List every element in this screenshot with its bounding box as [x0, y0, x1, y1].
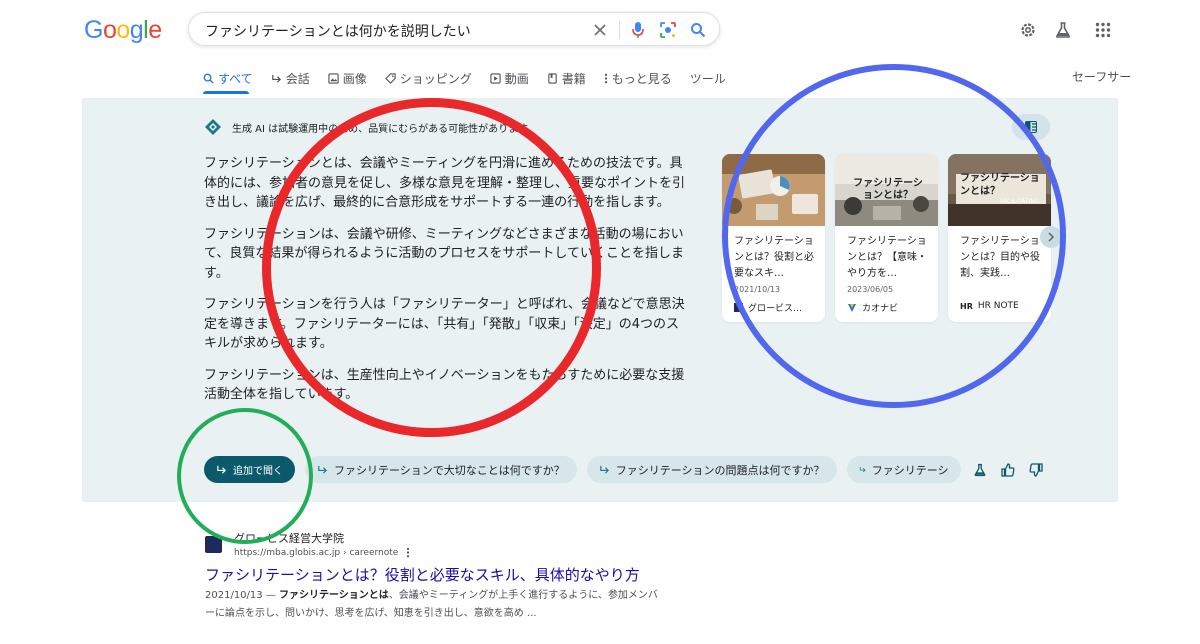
tab-conversation[interactable]: 会話 — [271, 68, 310, 88]
ai-notice: 生成 AI は試験運用中のため、品質にむらがある可能性があります。 — [204, 118, 537, 136]
safesearch-button[interactable]: セーフサー — [1072, 68, 1131, 85]
gear-icon[interactable] — [1018, 20, 1038, 40]
search-box[interactable]: ファシリテーションとは何かを説明したい — [188, 12, 720, 46]
more-icon — [604, 73, 607, 83]
card-source: カオナビ — [847, 301, 898, 314]
followup-arrow-icon — [318, 465, 328, 474]
followup-arrow-icon — [217, 465, 227, 474]
layout-icon — [1025, 121, 1037, 133]
tag-icon — [384, 72, 396, 84]
tab-images[interactable]: 画像 — [328, 68, 367, 88]
result-title-link[interactable]: ファシリテーションとは？役割と必要なスキル、具体的なやり方 — [205, 564, 640, 585]
source-card[interactable]: ファシリテーションとは？役割と必要なスキ… 2021/10/13 グロービス… — [722, 154, 825, 322]
search-tabs: すべて 会話 画像 ショッピング 動画 書籍 もっと見る ツール — [203, 68, 744, 88]
card-thumbnail-caption: ファシリテーションとは？ — [853, 178, 923, 201]
card-date: 2021/10/13 — [734, 285, 781, 294]
card-source: グロービス… — [734, 301, 802, 314]
lens-icon[interactable] — [657, 19, 679, 41]
card-title: ファシリテーションとは？目的や役割、実践… — [960, 236, 1040, 279]
search-icon[interactable] — [687, 19, 709, 41]
book-icon — [548, 72, 557, 84]
thumbs-up-icon[interactable] — [1000, 462, 1016, 478]
ai-paragraph: ファシリテーションを行う人は「ファシリテーター」と呼ばれ、会議などで意思決定を導… — [204, 297, 685, 351]
result-url[interactable]: https://mba.globis.ac.jp › careernote — [234, 547, 410, 558]
ai-paragraph: ファシリテーションは、会議や研修、ミーティングなどさまざまな活動の場において、良… — [204, 226, 684, 281]
ai-paragraph: ファシリテーションとは、会議やミーティングを円滑に進めるための技法です。具体的に… — [204, 156, 686, 210]
card-thumbnail-subcaption: FACILITATING — [1000, 198, 1040, 205]
ask-followup-button[interactable]: 追加で聞く — [204, 456, 295, 483]
kaonavi-logo-icon — [848, 303, 856, 312]
card-date: 2023/06/05 — [847, 285, 894, 294]
ai-summary: ファシリテーションとは、会議やミーティングを円滑に進めるための技法です。具体的に… — [204, 154, 690, 417]
layout-toggle-button[interactable] — [1012, 114, 1050, 140]
result-snippet: 2021/10/13 — ファシリテーションとは、会議やミーティングが上手く進行… — [205, 590, 658, 619]
card-source: HR HR NOTE — [960, 301, 1019, 311]
card-thumbnail: ファシリテーションとは？ — [835, 154, 938, 226]
tab-tools[interactable]: ツール — [690, 68, 726, 88]
suggestion-chip[interactable]: ファシリテーシ — [846, 456, 961, 483]
apps-grid-icon[interactable] — [1093, 20, 1113, 40]
source-card[interactable]: ファシリテーションとは？ FACILITATING ファシリテーションとは？目的… — [948, 154, 1051, 322]
ai-notice-text: 生成 AI は試験運用中のため、品質にむらがある可能性があります。 — [232, 123, 538, 135]
globis-favicon-icon — [205, 536, 222, 553]
labs-flask-icon[interactable] — [1053, 20, 1073, 40]
suggestion-chip[interactable]: ファシリテーションで大切なことは何ですか？ — [305, 456, 577, 483]
search-icon — [203, 73, 214, 84]
followup-row: 追加で聞く ファシリテーションで大切なことは何ですか？ ファシリテーションの問題… — [204, 456, 961, 483]
tab-videos[interactable]: 動画 — [490, 68, 529, 88]
source-card[interactable]: ファシリテーションとは？ ファシリテーションとは？【意味・やり方を… 2023/… — [835, 154, 938, 322]
tab-shopping[interactable]: ショッピング — [384, 68, 472, 88]
more-vert-icon[interactable] — [406, 547, 410, 558]
followup-arrow-icon — [859, 467, 866, 473]
result-site-name[interactable]: グロービス経営大学院 — [234, 530, 344, 546]
ai-paragraph: ファシリテーションは、生産性向上やイノベーションをもたらすために必要な支援活動全… — [204, 367, 685, 403]
globis-favicon-icon — [734, 303, 743, 312]
ai-overview-panel: 生成 AI は試験運用中のため、品質にむらがある可能性があります。 ファシリテー… — [82, 98, 1118, 502]
tab-all[interactable]: すべて — [203, 68, 253, 88]
card-thumbnail-caption: ファシリテーションとは？ — [960, 173, 1040, 197]
chevron-right-icon — [1048, 232, 1055, 242]
active-tab-indicator — [203, 91, 249, 94]
image-icon — [328, 72, 339, 84]
labs-flask-icon[interactable] — [972, 462, 988, 478]
play-icon — [490, 72, 501, 84]
cards-next-button[interactable] — [1040, 226, 1062, 248]
feedback-icons — [972, 462, 1044, 478]
card-title: ファシリテーションとは？【意味・やり方を… — [847, 236, 927, 279]
arrow-icon — [271, 74, 281, 83]
thumbs-down-icon[interactable] — [1028, 462, 1044, 478]
google-logo[interactable]: Google — [84, 16, 162, 44]
ai-sparkle-icon — [205, 119, 221, 135]
tab-books[interactable]: 書籍 — [547, 68, 586, 88]
card-title: ファシリテーションとは？役割と必要なスキ… — [734, 236, 814, 279]
close-icon[interactable] — [589, 19, 611, 41]
suggestion-chip[interactable]: ファシリテーションの問題点は何ですか？ — [586, 456, 837, 483]
divider — [619, 21, 620, 39]
search-input[interactable]: ファシリテーションとは何かを説明したい — [205, 21, 471, 41]
followup-arrow-icon — [600, 465, 609, 474]
tab-more[interactable]: もっと見る — [604, 68, 672, 88]
card-thumbnail — [722, 154, 825, 226]
hrnote-logo-icon: HR — [960, 301, 973, 311]
source-cards: ファシリテーションとは？役割と必要なスキ… 2021/10/13 グロービス… … — [722, 154, 1051, 322]
card-thumbnail: ファシリテーションとは？ FACILITATING — [948, 154, 1051, 226]
microphone-icon[interactable] — [627, 19, 649, 41]
